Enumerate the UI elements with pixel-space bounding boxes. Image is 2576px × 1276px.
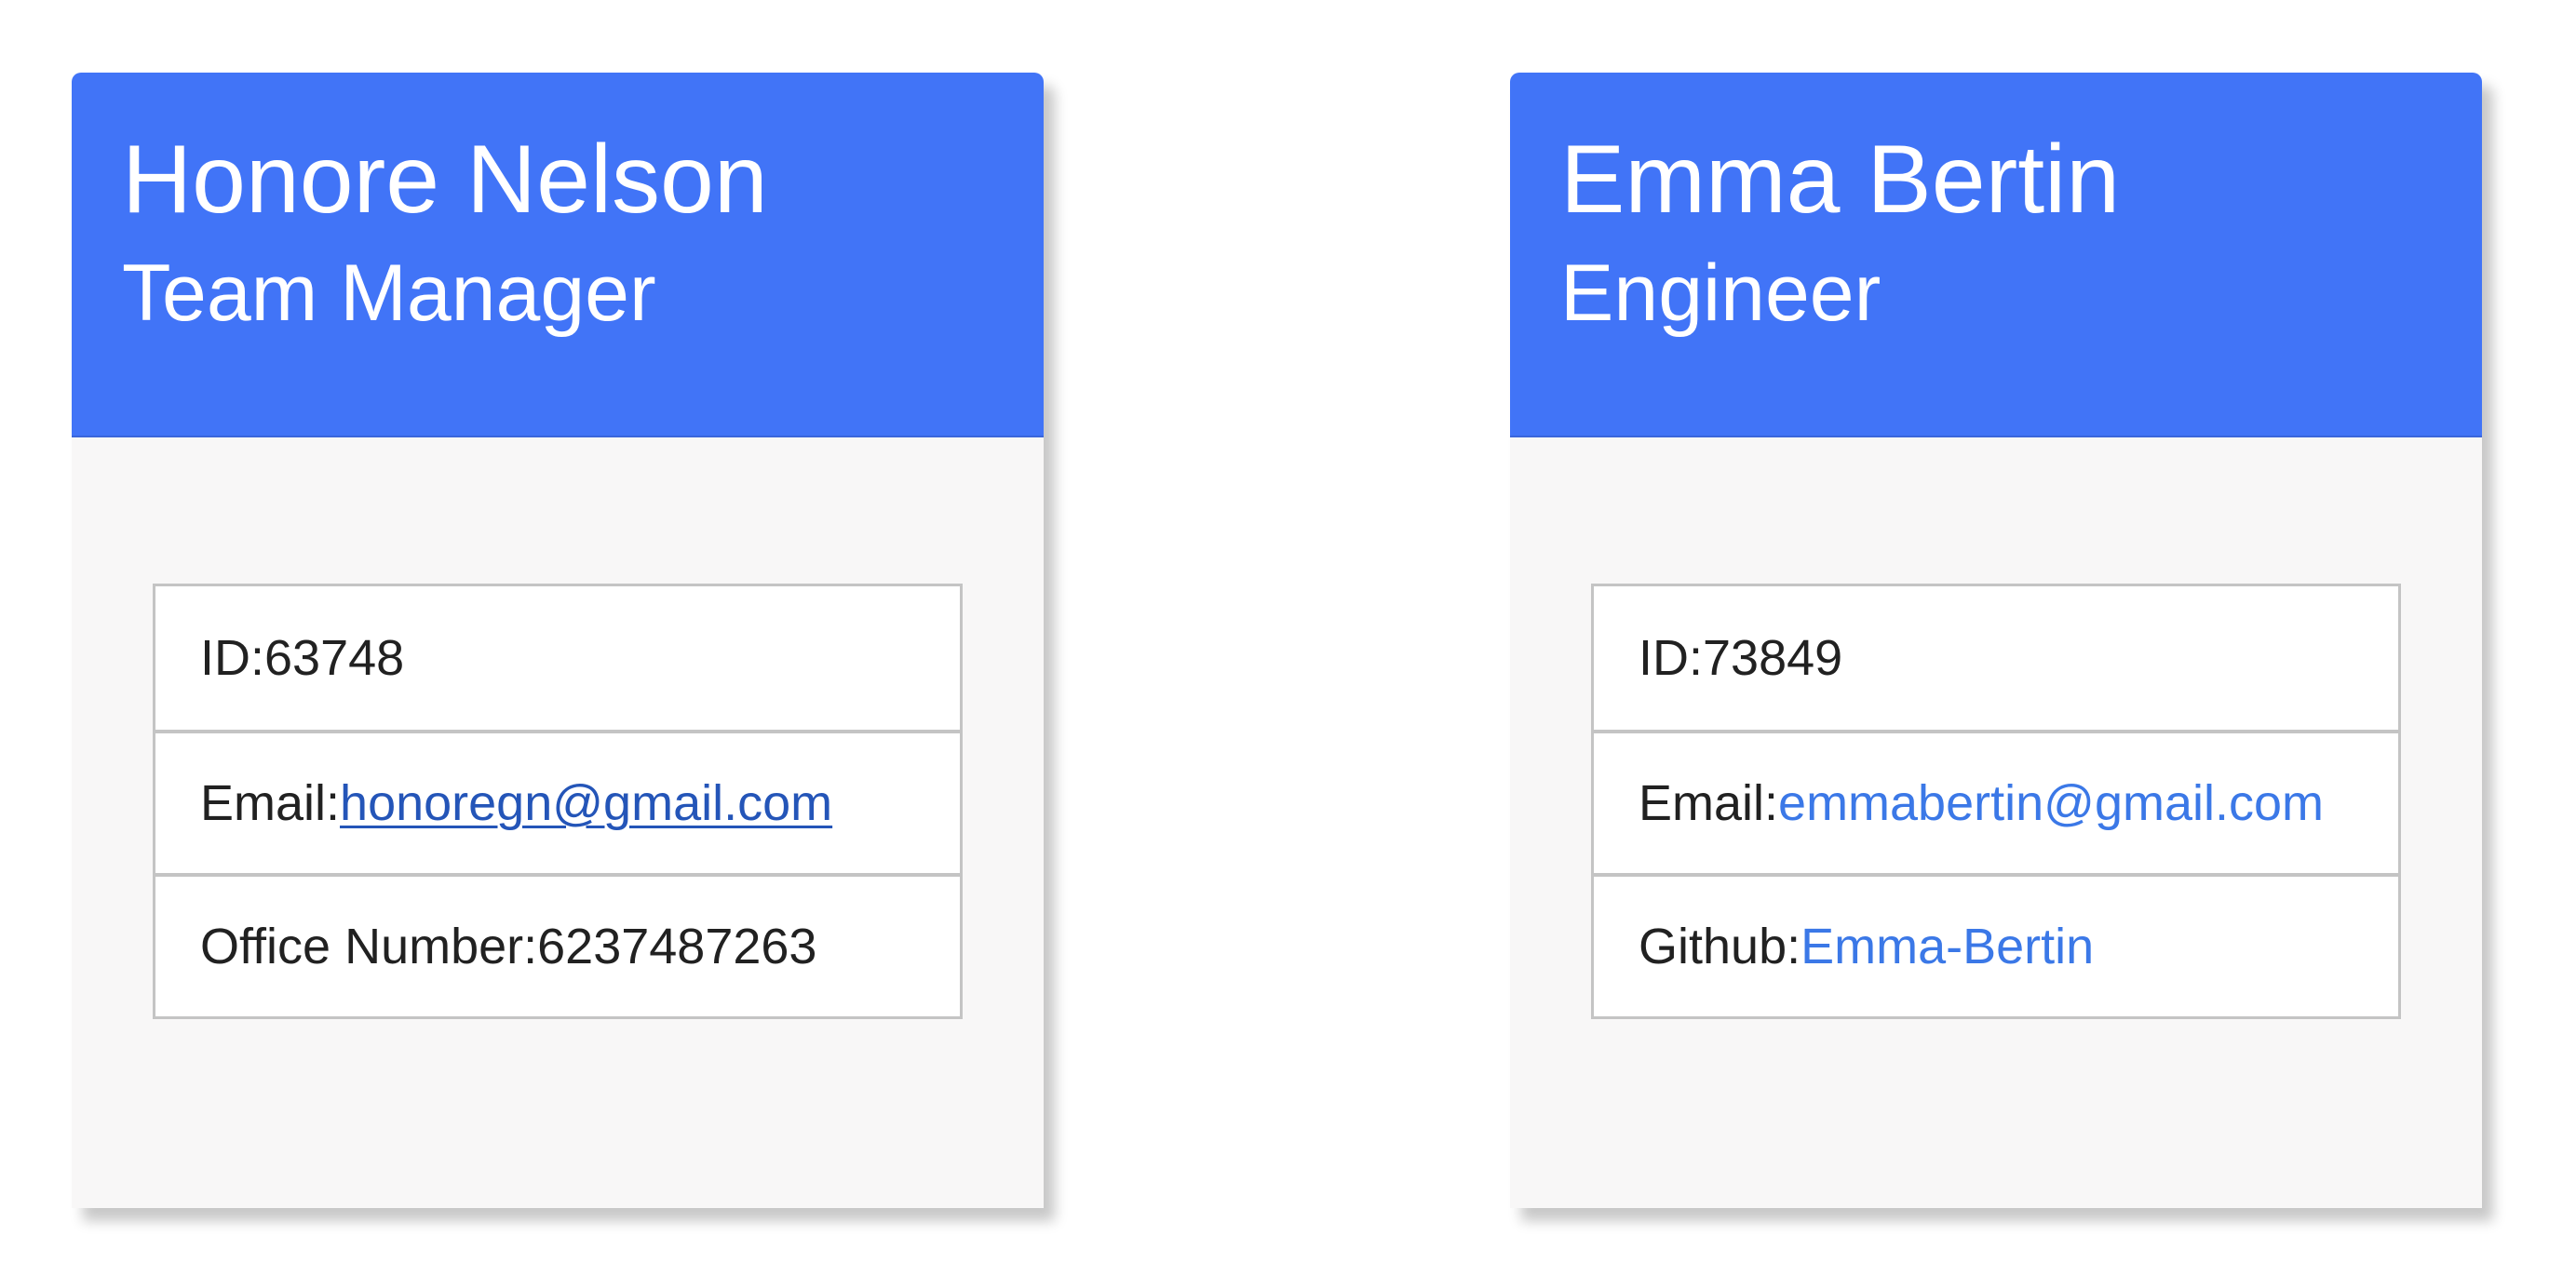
employee-role: Engineer <box>1560 248 1881 338</box>
office-number-label: Office Number: <box>200 919 538 974</box>
employee-email-item: Email: honoregn@gmail.com <box>155 730 960 873</box>
id-label: ID: <box>1639 630 1704 686</box>
github-item: Github: Emma-Bertin <box>1594 873 2398 1016</box>
employee-card-manager: Honore Nelson Team Manager ID: 63748 Emai… <box>72 73 1044 1208</box>
email-link[interactable]: honoregn@gmail.com <box>340 774 832 832</box>
card-header: Honore Nelson Team Manager <box>72 73 1044 437</box>
employee-role: Team Manager <box>122 248 656 338</box>
office-number-value: 6237487263 <box>537 919 817 974</box>
employee-id-item: ID: 73849 <box>1594 586 2398 730</box>
github-link[interactable]: Emma-Bertin <box>1801 918 2094 975</box>
employee-id-item: ID: 63748 <box>155 586 960 730</box>
team-page: Honore Nelson Team Manager ID: 63748 Emai… <box>0 0 2576 1276</box>
email-label: Email: <box>200 775 341 831</box>
employee-name: Emma Bertin <box>1560 126 2121 234</box>
employee-name: Honore Nelson <box>122 126 768 234</box>
card-header: Emma Bertin Engineer <box>1510 73 2482 437</box>
employee-email-item: Email: emmabertin@gmail.com <box>1594 730 2398 873</box>
github-label: Github: <box>1639 919 1801 974</box>
office-number-item: Office Number: 6237487263 <box>155 873 960 1016</box>
email-label: Email: <box>1639 775 1779 831</box>
email-link[interactable]: emmabertin@gmail.com <box>1778 774 2324 832</box>
id-value: 73849 <box>1703 630 1843 686</box>
employee-info-list: ID: 73849 Email: emmabertin@gmail.com Gith… <box>1591 584 2401 1019</box>
employee-info-list: ID: 63748 Email: honoregn@gmail.com Office… <box>153 584 963 1019</box>
id-value: 63748 <box>264 630 405 686</box>
id-label: ID: <box>200 630 265 686</box>
employee-card-engineer: Emma Bertin Engineer ID: 73849 Email: emma… <box>1510 73 2482 1208</box>
